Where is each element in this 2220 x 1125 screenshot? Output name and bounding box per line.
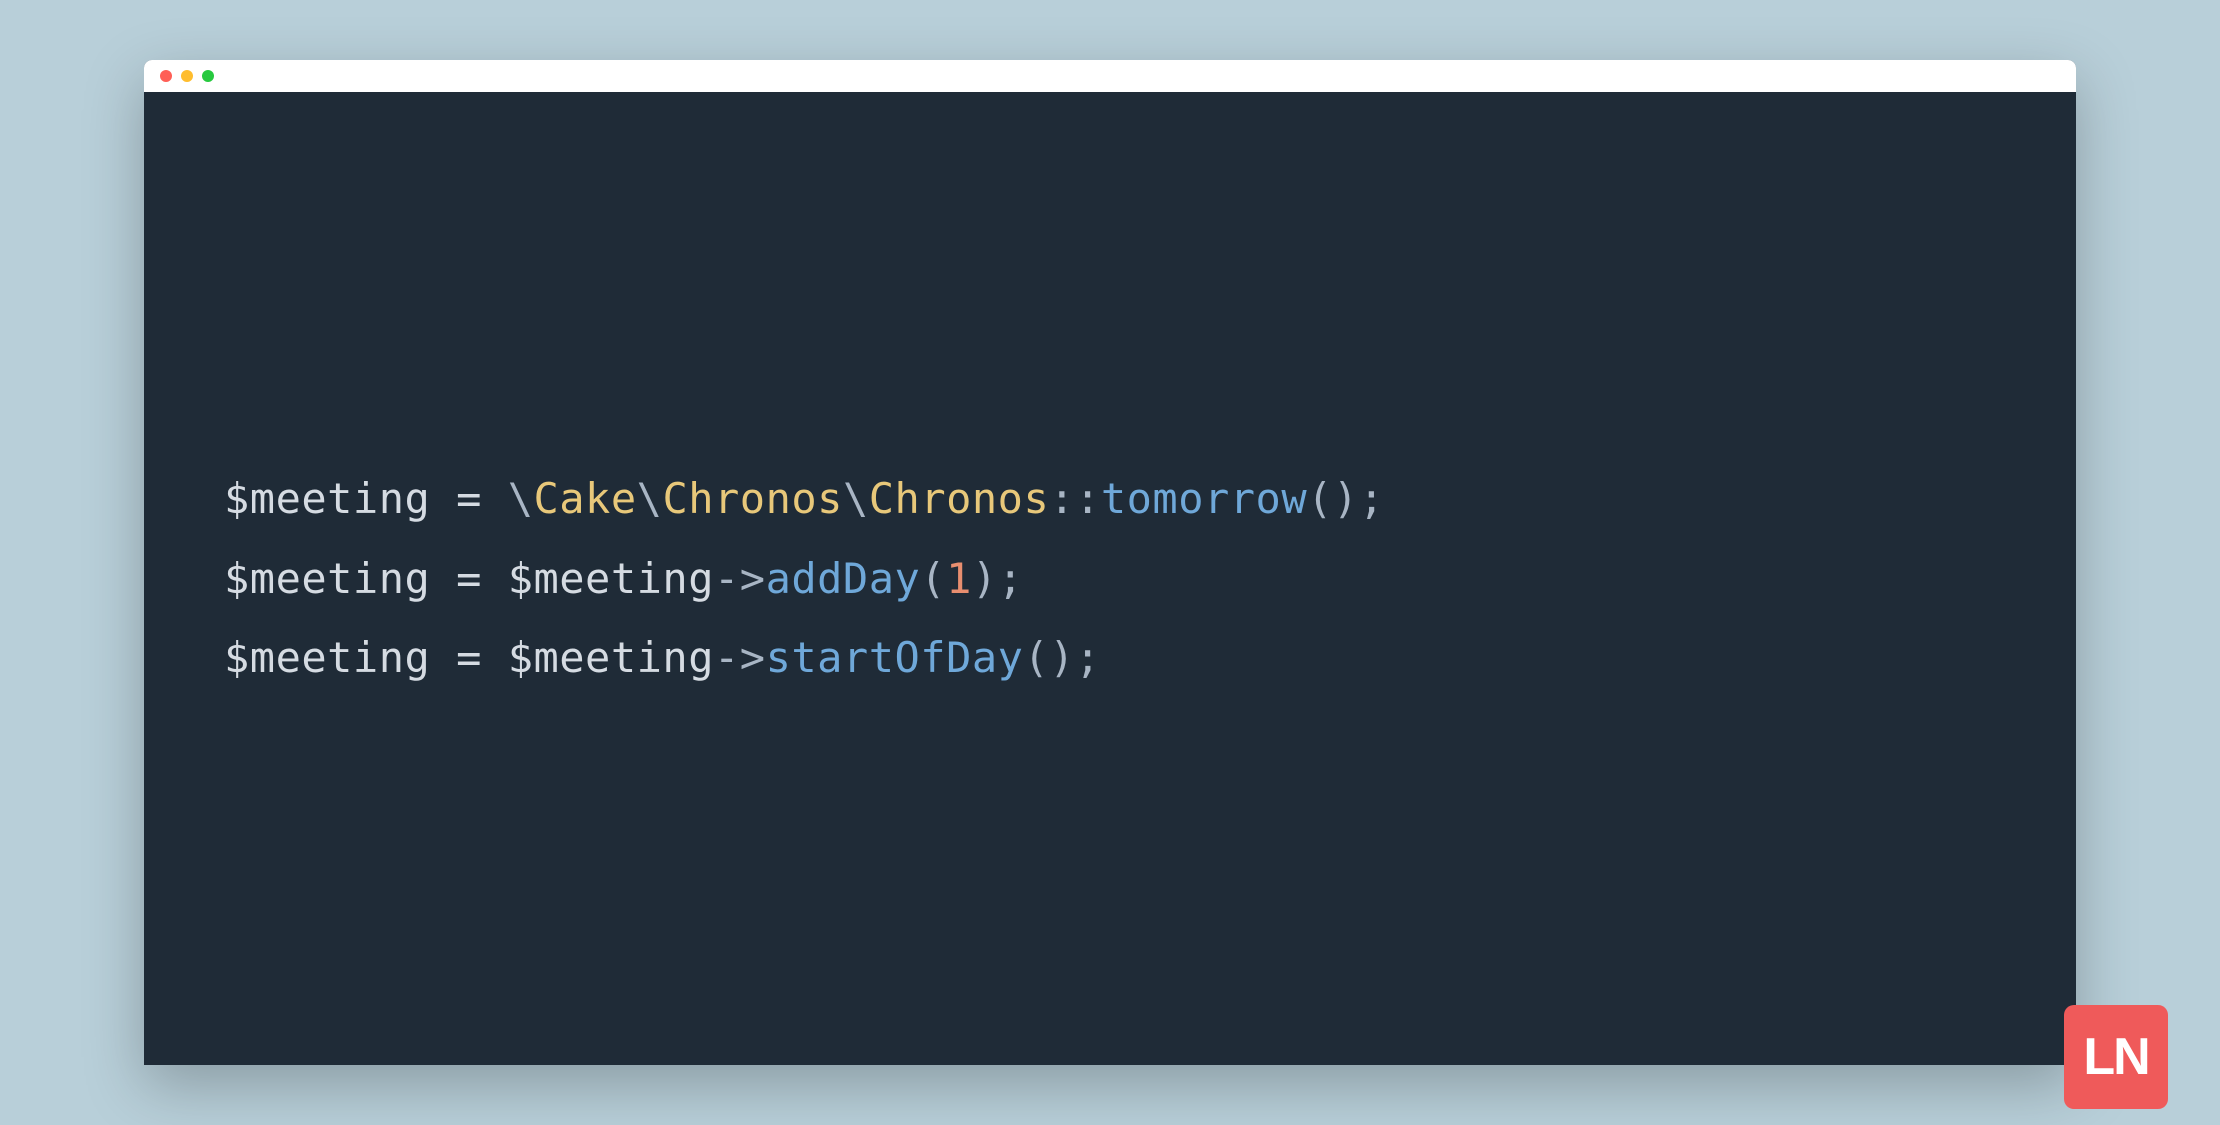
code-line-3: $meeting = $meeting->startOfDay(); — [224, 633, 1101, 682]
token-space — [482, 554, 508, 603]
token-backslash: \ — [843, 474, 869, 523]
token-method: addDay — [766, 554, 921, 603]
close-icon[interactable] — [160, 70, 172, 82]
token-space — [482, 474, 508, 523]
token-parens: () — [1307, 474, 1359, 523]
token-equals: = — [456, 474, 482, 523]
token-rparen: ) — [972, 554, 998, 603]
window-titlebar — [144, 60, 2076, 92]
token-arrow: -> — [714, 554, 766, 603]
logo-text: LN — [2083, 1027, 2148, 1087]
token-equals: = — [456, 633, 482, 682]
token-variable: $meeting — [224, 554, 430, 603]
token-space — [482, 633, 508, 682]
token-variable: $meeting — [508, 633, 714, 682]
token-class: Chronos — [869, 474, 1050, 523]
token-semicolon: ; — [1359, 474, 1385, 523]
logo-badge: LN — [2064, 1005, 2168, 1109]
token-variable: $meeting — [224, 474, 430, 523]
token-namespace: Chronos — [662, 474, 843, 523]
token-lparen: ( — [920, 554, 946, 603]
maximize-icon[interactable] — [202, 70, 214, 82]
token-semicolon: ; — [1075, 633, 1101, 682]
token-method: tomorrow — [1101, 474, 1307, 523]
token-equals: = — [456, 554, 482, 603]
token-number: 1 — [946, 554, 972, 603]
token-arrow: -> — [714, 633, 766, 682]
token-backslash: \ — [637, 474, 663, 523]
code-line-2: $meeting = $meeting->addDay(1); — [224, 554, 1023, 603]
token-space — [430, 633, 456, 682]
code-line-1: $meeting = \Cake\Chronos\Chronos::tomorr… — [224, 474, 1385, 523]
token-space — [430, 554, 456, 603]
token-space — [430, 474, 456, 523]
code-editor-area: $meeting = \Cake\Chronos\Chronos::tomorr… — [144, 92, 2076, 1065]
token-variable: $meeting — [224, 633, 430, 682]
token-parens: () — [1023, 633, 1075, 682]
token-backslash: \ — [508, 474, 534, 523]
code-block: $meeting = \Cake\Chronos\Chronos::tomorr… — [224, 459, 1385, 698]
code-editor-window: $meeting = \Cake\Chronos\Chronos::tomorr… — [144, 60, 2076, 1065]
token-variable: $meeting — [508, 554, 714, 603]
minimize-icon[interactable] — [181, 70, 193, 82]
token-semicolon: ; — [998, 554, 1024, 603]
token-namespace: Cake — [533, 474, 636, 523]
token-method: startOfDay — [766, 633, 1024, 682]
token-scope: :: — [1049, 474, 1101, 523]
